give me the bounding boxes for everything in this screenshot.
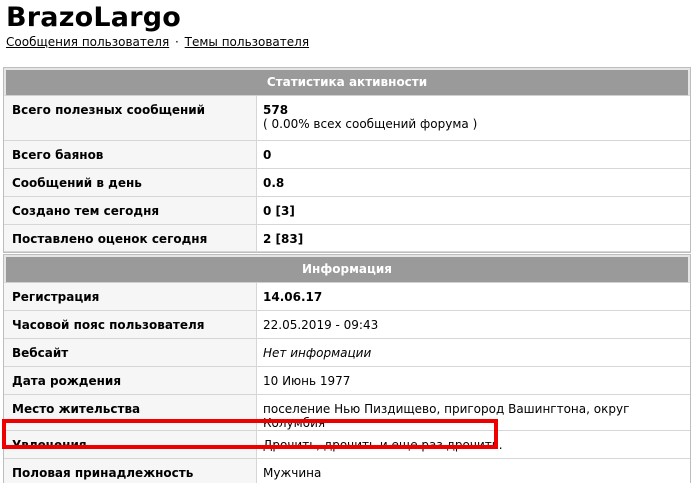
info-label: Регистрация [4, 283, 257, 311]
stat-row-bayans: Всего баянов 0 [4, 141, 690, 169]
stat-value: 578 ( 0.00% всех сообщений форума ) [257, 96, 690, 141]
info-value: Дрочить, дрочить и еще раз дрочить. [257, 431, 690, 459]
info-header-row: Информация [4, 255, 690, 283]
stat-value: 0 [3] [257, 197, 690, 225]
stat-label: Сообщений в день [4, 169, 257, 197]
info-value: Мужчина [257, 459, 690, 483]
user-topics-link[interactable]: Темы пользователя [185, 35, 309, 49]
info-label-text: Увлечения [12, 438, 87, 452]
info-value: 22.05.2019 - 09:43 [257, 311, 690, 339]
info-header: Информация [4, 255, 690, 283]
activity-header-row: Статистика активности [4, 68, 690, 96]
info-label: Вебсайт [4, 339, 257, 367]
stat-value-text: 0 [263, 148, 272, 162]
gender-value: Мужчина [263, 466, 322, 480]
location-value: поселение Нью Пиздищево, пригород Вашинг… [263, 402, 630, 430]
info-label: Дата рождения [4, 367, 257, 395]
info-table: Информация Регистрация 14.06.17 Часовой … [3, 254, 691, 483]
stat-row-ratings-today: Поставлено оценок сегодня 2 [83] [4, 225, 690, 252]
stat-value-text: 0 [3] [263, 204, 295, 218]
info-value: 14.06.17 [257, 283, 690, 311]
profile-page: BrazoLargo Сообщения пользователя · Темы… [0, 0, 692, 483]
stat-value: 0 [257, 141, 690, 169]
info-label-text: Половая принадлежность [12, 466, 194, 480]
stat-label: Поставлено оценок сегодня [4, 225, 257, 252]
info-value: 10 Июнь 1977 [257, 367, 690, 395]
stat-label: Всего баянов [4, 141, 257, 169]
info-label: Часовой пояс пользователя [4, 311, 257, 339]
interests-value: Дрочить, дрочить и еще раз дрочить. [263, 438, 503, 452]
useful-posts-count: 578 [263, 103, 289, 117]
info-value: Нет информации [257, 339, 690, 367]
useful-posts-percent: ( 0.00% всех сообщений форума ) [263, 117, 478, 131]
info-row-registration: Регистрация 14.06.17 [4, 283, 690, 311]
user-links: Сообщения пользователя · Темы пользовате… [6, 34, 309, 50]
info-label: Увлечения [4, 431, 257, 459]
info-row-interests: Увлечения Дрочить, дрочить и еще раз дро… [4, 431, 690, 459]
info-label-text: Дата рождения [12, 374, 122, 388]
stat-value-text: 0.8 [263, 176, 285, 190]
stat-label-text: Сообщений в день [12, 176, 142, 190]
stat-value: 0.8 [257, 169, 690, 197]
link-separator: · [175, 35, 179, 49]
info-label: Место жительства [4, 395, 257, 431]
stat-label-text: Создано тем сегодня [12, 204, 160, 218]
user-local-time: 22.05.2019 - 09:43 [263, 318, 379, 332]
stat-label-text: Всего полезных сообщений [12, 103, 206, 117]
info-row-birthday: Дата рождения 10 Июнь 1977 [4, 367, 690, 395]
info-label-text: Регистрация [12, 290, 100, 304]
info-label-text: Место жительства [12, 402, 141, 416]
stat-label: Всего полезных сообщений [4, 96, 257, 141]
page-title: BrazoLargo [6, 2, 181, 33]
info-row-location: Место жительства поселение Нью Пиздищево… [4, 395, 690, 431]
stat-row-topics-today: Создано тем сегодня 0 [3] [4, 197, 690, 225]
activity-stats-table: Статистика активности Всего полезных соо… [3, 67, 691, 253]
stat-label: Создано тем сегодня [4, 197, 257, 225]
info-label-text: Вебсайт [12, 346, 69, 360]
stat-value: 2 [83] [257, 225, 690, 252]
registration-date: 14.06.17 [263, 290, 323, 304]
website-value: Нет информации [263, 346, 372, 360]
stat-label-text: Всего баянов [12, 148, 104, 162]
info-label: Половая принадлежность [4, 459, 257, 483]
stat-row-useful-posts: Всего полезных сообщений 578 ( 0.00% все… [4, 96, 690, 141]
stat-label-text: Поставлено оценок сегодня [12, 232, 208, 246]
activity-header: Статистика активности [4, 68, 690, 96]
info-row-website: Вебсайт Нет информации [4, 339, 690, 367]
info-value: поселение Нью Пиздищево, пригород Вашинг… [257, 395, 690, 431]
info-row-timezone: Часовой пояс пользователя 22.05.2019 - 0… [4, 311, 690, 339]
stat-row-posts-per-day: Сообщений в день 0.8 [4, 169, 690, 197]
user-posts-link[interactable]: Сообщения пользователя [6, 35, 169, 49]
stat-value-text: 2 [83] [263, 232, 304, 246]
birthday-value: 10 Июнь 1977 [263, 374, 351, 388]
info-label-text: Часовой пояс пользователя [12, 318, 205, 332]
info-row-gender: Половая принадлежность Мужчина [4, 459, 690, 483]
